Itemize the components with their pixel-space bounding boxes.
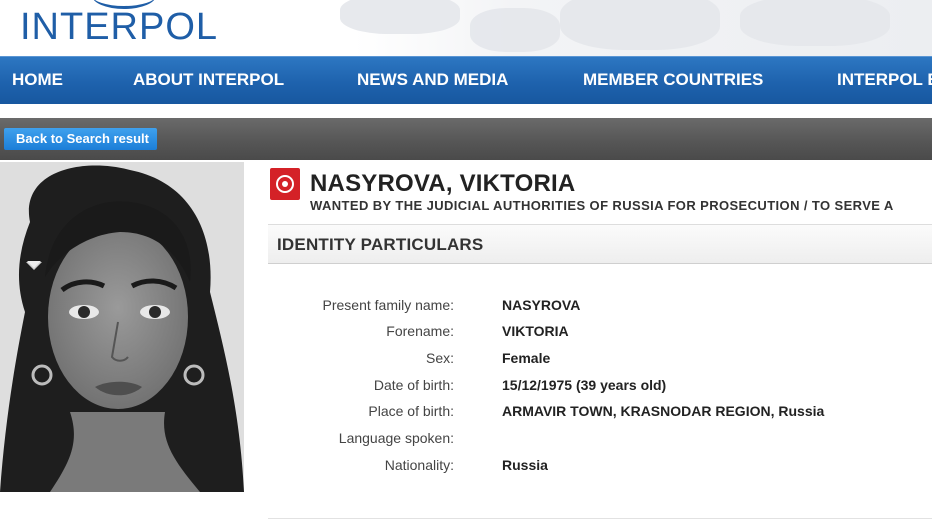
world-map-decoration — [470, 8, 560, 52]
section-pointer-fill — [27, 261, 41, 268]
particular-value: ARMAVIR TOWN, KRASNODAR REGION, Russia — [502, 403, 825, 419]
interpol-logo[interactable]: INTERPOL — [20, 7, 218, 47]
nav-news-and-media[interactable]: NEWS AND MEDIA — [357, 70, 508, 90]
particular-label: Language spoken: — [338, 430, 454, 446]
nav-member-countries[interactable]: MEMBER COUNTRIES — [583, 70, 763, 90]
particular-label: Sex: — [425, 350, 454, 366]
particular-row-nationality: Nationality: Russia — [268, 457, 932, 477]
identity-particulars-header[interactable]: IDENTITY PARTICULARS — [268, 224, 932, 264]
particular-row-forename: Forename: VIKTORIA — [268, 323, 932, 343]
toolbar: Back to Search result — [0, 118, 932, 160]
nav-home[interactable]: HOME — [12, 70, 63, 90]
nav-about-interpol[interactable]: ABOUT INTERPOL — [133, 70, 284, 90]
world-map-decoration — [340, 0, 460, 34]
particular-row-sex: Sex: Female — [268, 350, 932, 370]
particular-value: 15/12/1975 (39 years old) — [502, 377, 667, 393]
particular-row-place-of-birth: Place of birth: ARMAVIR TOWN, KRASNODAR … — [268, 403, 932, 423]
section-title: IDENTITY PARTICULARS — [277, 235, 484, 254]
world-map-decoration — [560, 0, 720, 50]
person-photo-image — [0, 162, 244, 492]
particular-row-family-name: Present family name: NASYROVA — [268, 297, 932, 317]
particular-value: NASYROVA — [502, 297, 581, 313]
person-photo — [0, 162, 244, 492]
nav-interpol-expertise[interactable]: INTERPOL E — [837, 70, 932, 90]
particular-label: Place of birth: — [368, 403, 454, 419]
particular-row-date-of-birth: Date of birth: 15/12/1975 (39 years old) — [268, 377, 932, 397]
world-map-decoration — [740, 0, 890, 46]
wanted-statement: WANTED BY THE JUDICIAL AUTHORITIES OF RU… — [310, 198, 894, 213]
person-name: NASYROVA, VIKTORIA — [310, 170, 576, 197]
particular-value: Female — [502, 350, 551, 366]
section-divider — [268, 518, 932, 519]
red-notice-icon — [270, 168, 300, 200]
particular-value: Russia — [502, 457, 548, 473]
site-header: INTERPOL — [0, 0, 932, 56]
particular-label: Date of birth: — [373, 377, 454, 393]
nav-spacer — [0, 104, 932, 118]
main-nav: HOME ABOUT INTERPOL NEWS AND MEDIA MEMBE… — [0, 56, 932, 105]
back-to-search-button[interactable]: Back to Search result — [4, 128, 157, 150]
particular-label: Nationality: — [384, 457, 454, 473]
particular-row-language-spoken: Language spoken: — [268, 430, 932, 450]
particular-label: Forename: — [386, 323, 454, 339]
particular-label: Present family name: — [322, 297, 455, 313]
particular-value: VIKTORIA — [502, 323, 569, 339]
